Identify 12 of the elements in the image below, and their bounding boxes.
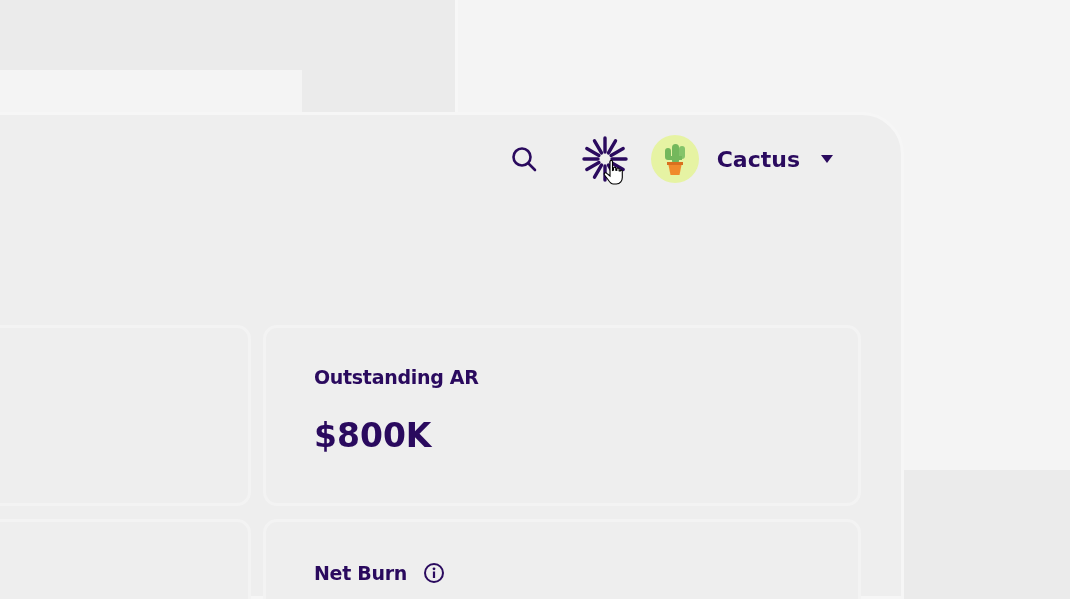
metric-label: Net Burn [314,562,407,584]
info-icon[interactable] [423,562,445,584]
metric-value: $800K [314,416,433,455]
asterisk-button[interactable] [581,136,628,182]
asterisk-icon [581,136,628,182]
metric-label: Outstanding AR [314,366,479,388]
dropdown-button[interactable] [820,154,834,164]
hand-cursor-icon [602,159,625,185]
avatar-button[interactable] [650,135,699,183]
search-icon [509,145,538,173]
caret-icon [820,154,834,164]
user-name: Cactus [716,146,800,172]
